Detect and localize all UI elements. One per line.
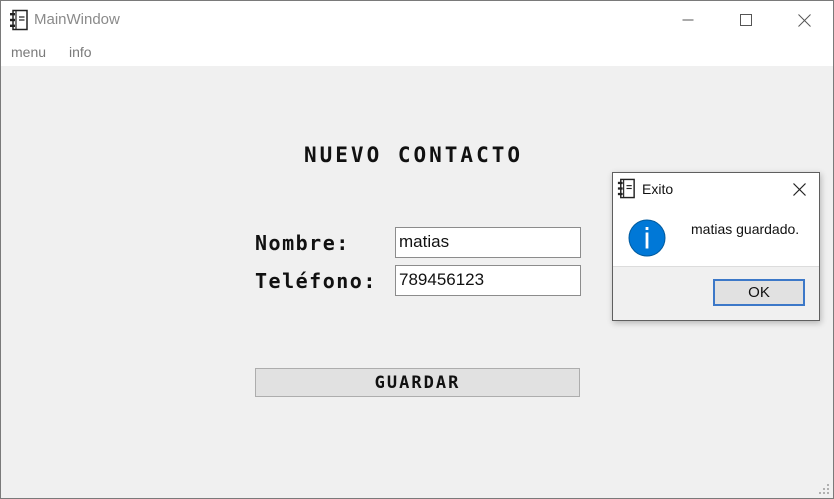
close-icon [792,182,806,196]
window-title: MainWindow [34,11,120,28]
dialog-close-button[interactable] [785,177,813,201]
save-button[interactable]: GUARDAR [255,368,580,397]
maximize-button[interactable] [717,1,775,39]
minimize-button[interactable] [659,1,717,39]
address-book-icon [8,9,30,31]
info-icon [628,219,666,257]
dialog-title-bar[interactable]: Exito [613,173,819,204]
resize-grip-icon[interactable] [819,484,829,494]
dialog-message: matias guardado. [691,221,800,237]
form-heading: NUEVO CONTACTO [304,143,524,167]
name-field[interactable]: matias [395,227,581,258]
menu-item-menu[interactable]: menu [11,44,46,60]
main-window: MainWindow menu info NUEVO CONTACTO Nomb… [0,0,834,499]
dialog-footer: OK [613,266,819,320]
dialog-body: matias guardado. [613,204,819,266]
menu-bar: menu info [1,39,833,66]
minimize-icon [682,19,694,21]
address-book-icon [616,178,637,199]
name-label: Nombre: [255,231,350,255]
phone-label: Teléfono: [255,269,377,293]
ok-button[interactable]: OK [713,279,805,306]
maximize-icon [740,14,752,26]
phone-field[interactable]: 789456123 [395,265,581,296]
title-bar[interactable]: MainWindow [1,1,833,39]
close-button[interactable] [775,1,833,39]
success-dialog: Exito matias guardado. OK [612,172,820,321]
dialog-title: Exito [642,181,674,197]
close-icon [797,13,811,27]
menu-item-info[interactable]: info [69,44,92,60]
